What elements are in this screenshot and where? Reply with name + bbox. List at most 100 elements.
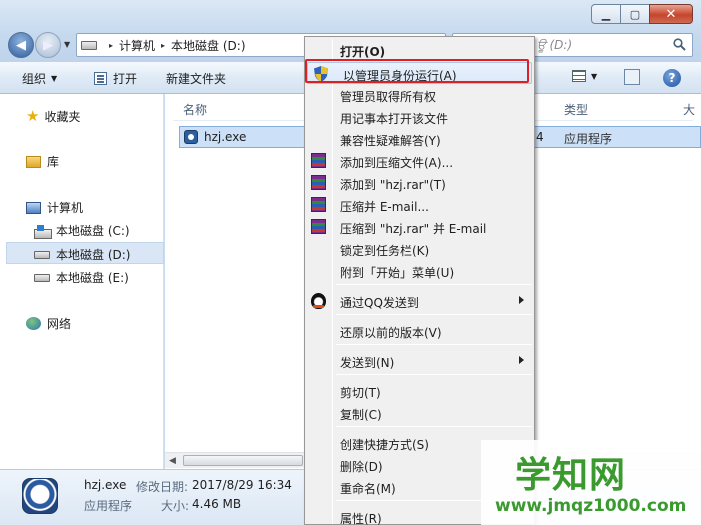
minimize-button[interactable]: ▁ xyxy=(591,4,621,24)
preview-pane-button[interactable] xyxy=(624,69,640,85)
details-file-name: hzj.exe xyxy=(84,478,127,492)
menu-item-cut[interactable]: 剪切(T) xyxy=(305,380,534,402)
details-modified-value: 2017/8/29 16:34 xyxy=(192,478,292,492)
nav-item-drive-d[interactable]: 本地磁盘 (D:) xyxy=(34,246,130,263)
scroll-thumb[interactable] xyxy=(183,455,303,466)
breadcrumb-separator[interactable]: ▸ xyxy=(109,41,113,50)
exe-file-large-icon xyxy=(22,478,58,514)
organize-button[interactable]: 组织 ▼ xyxy=(22,70,57,87)
details-size-value: 4.46 MB xyxy=(192,497,242,511)
menu-item-send-to[interactable]: 发送到(N) xyxy=(305,350,534,372)
site-watermark: 学知网 www.jmqz1000.com xyxy=(481,440,701,525)
close-button[interactable]: ✕ xyxy=(649,4,693,24)
menu-item-restore-versions[interactable]: 还原以前的版本(V) xyxy=(305,320,534,342)
winrar-icon xyxy=(311,153,326,168)
qq-penguin-icon xyxy=(311,293,326,309)
menu-item-troubleshoot[interactable]: 兼容性疑难解答(Y) xyxy=(305,128,534,150)
breadcrumb-separator[interactable]: ▸ xyxy=(161,41,165,50)
menu-label: 压缩并 E-mail... xyxy=(340,200,429,214)
change-view-button[interactable]: ▼ xyxy=(572,70,597,82)
menu-label: 复制(C) xyxy=(340,408,382,422)
menu-label: 重命名(M) xyxy=(340,482,396,496)
file-type: 应用程序 xyxy=(564,132,613,146)
column-header-type[interactable]: 类型 xyxy=(564,101,588,118)
menu-item-send-qq[interactable]: 通过QQ发送到 xyxy=(305,290,534,312)
menu-label: 添加到压缩文件(A)... xyxy=(340,156,454,170)
menu-item-add-to-rar[interactable]: 添加到 "hzj.rar"(T) xyxy=(305,172,534,194)
forward-button[interactable]: ▶ xyxy=(35,32,61,58)
nav-item-favorites[interactable]: ★ 收藏夹 xyxy=(26,107,80,125)
menu-label: 剪切(T) xyxy=(340,386,381,400)
breadcrumb-drive-d[interactable]: 本地磁盘 (D:) xyxy=(171,37,245,54)
menu-item-pin-taskbar[interactable]: 锁定到任务栏(K) xyxy=(305,238,534,260)
winrar-icon xyxy=(311,197,326,212)
nav-item-drive-c[interactable]: 本地磁盘 (C:) xyxy=(34,222,130,239)
column-header-size[interactable]: 大 xyxy=(683,101,695,118)
file-column-fragment: 4 xyxy=(536,130,544,144)
menu-label: 管理员取得所有权 xyxy=(340,90,437,104)
menu-label: 打开(O) xyxy=(340,45,386,59)
computer-icon xyxy=(26,201,41,214)
library-icon xyxy=(26,155,41,168)
breadcrumb-computer[interactable]: 计算机 xyxy=(119,37,155,54)
nav-label: 本地磁盘 (E:) xyxy=(56,271,129,285)
recent-pages-dropdown[interactable]: ▼ xyxy=(64,40,70,49)
nav-label: 收藏夹 xyxy=(44,109,81,124)
submenu-arrow-icon xyxy=(519,356,524,364)
scroll-left-arrow[interactable]: ◀ xyxy=(169,456,176,466)
open-label: 打开 xyxy=(113,72,138,86)
nav-item-drive-e[interactable]: 本地磁盘 (E:) xyxy=(34,269,129,286)
winrar-icon xyxy=(311,175,326,190)
column-header-name[interactable]: 名称 xyxy=(183,101,207,118)
chevron-down-icon: ▼ xyxy=(51,74,58,83)
menu-label: 附到「开始」菜单(U) xyxy=(340,266,455,280)
menu-separator xyxy=(336,344,532,345)
menu-label: 删除(D) xyxy=(340,460,383,474)
menu-item-open-notepad[interactable]: 用记事本打开该文件 xyxy=(305,106,534,128)
menu-label: 创建快捷方式(S) xyxy=(340,438,429,452)
nav-item-libraries[interactable]: 库 xyxy=(26,153,59,170)
menu-item-take-ownership[interactable]: 管理员取得所有权 xyxy=(305,84,534,106)
menu-separator xyxy=(336,314,532,315)
menu-label: 压缩到 "hzj.rar" 并 E-mail xyxy=(340,222,487,236)
menu-item-add-to-archive[interactable]: 添加到压缩文件(A)... xyxy=(305,150,534,172)
help-icon[interactable]: ? xyxy=(663,69,681,87)
exe-file-icon xyxy=(184,130,198,144)
search-icon[interactable] xyxy=(673,38,686,51)
menu-label: 还原以前的版本(V) xyxy=(340,326,442,340)
menu-item-compress-rar-email[interactable]: 压缩到 "hzj.rar" 并 E-mail xyxy=(305,216,534,238)
menu-item-compress-email[interactable]: 压缩并 E-mail... xyxy=(305,194,534,216)
maximize-button[interactable]: ▢ xyxy=(620,4,650,24)
menu-label: 兼容性疑难解答(Y) xyxy=(340,134,441,148)
menu-label: 添加到 "hzj.rar"(T) xyxy=(340,178,446,192)
new-folder-button[interactable]: 新建文件夹 xyxy=(166,70,226,87)
menu-item-pin-start[interactable]: 附到「开始」菜单(U) xyxy=(305,260,534,282)
nav-item-computer[interactable]: 计算机 xyxy=(26,199,83,216)
submenu-arrow-icon xyxy=(519,296,524,304)
nav-label: 库 xyxy=(47,155,60,169)
menu-label: 锁定到任务栏(K) xyxy=(340,244,430,258)
system-drive-icon xyxy=(34,224,52,239)
details-modified-label: 修改日期: xyxy=(136,480,189,494)
open-icon xyxy=(94,72,107,85)
star-icon: ★ xyxy=(26,107,40,125)
details-size-label: 大小: xyxy=(161,499,190,513)
menu-label: 通过QQ发送到 xyxy=(340,296,419,310)
nav-item-network[interactable]: 网络 xyxy=(26,315,71,332)
watermark-url: www.jmqz1000.com xyxy=(495,496,687,516)
winrar-icon xyxy=(311,219,326,234)
menu-item-open[interactable]: 打开(O) xyxy=(305,39,534,61)
organize-label: 组织 xyxy=(22,72,47,86)
menu-item-copy[interactable]: 复制(C) xyxy=(305,402,534,424)
menu-separator xyxy=(336,426,532,427)
back-button[interactable]: ◀ xyxy=(8,32,34,58)
nav-label: 计算机 xyxy=(47,201,84,215)
file-name: hzj.exe xyxy=(204,130,247,144)
drive-icon xyxy=(34,273,50,282)
open-button[interactable]: 打开 xyxy=(94,70,137,87)
navigation-pane: ★ 收藏夹 库 计算机 本地磁盘 (C:) 本地磁盘 (D:) 本地磁盘 (E:… xyxy=(0,94,164,469)
drive-icon xyxy=(34,250,50,259)
chevron-down-icon: ▼ xyxy=(591,71,598,81)
window-controls: ▁ ▢ ✕ xyxy=(591,4,693,24)
annotation-highlight xyxy=(305,59,529,83)
